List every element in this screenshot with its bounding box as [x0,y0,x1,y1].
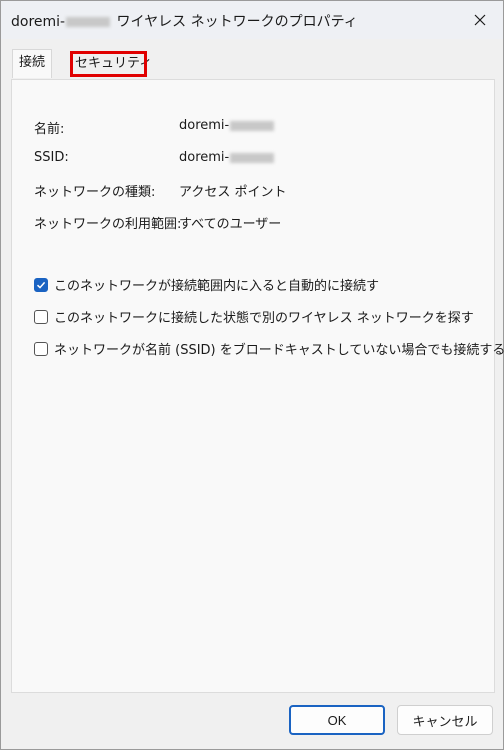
hidden-ssid-checkbox[interactable] [34,341,48,356]
window-title-prefix: doremi- [11,14,66,30]
name-value: doremi- [179,118,276,133]
window-title: doremi- ワイヤレス ネットワークのプロパティ [11,11,358,31]
checkmark-icon [36,281,46,289]
auto-connect-option[interactable]: このネットワークが接続範囲内に入ると自動的に接続す [34,275,379,294]
name-value-text: doremi- [179,118,230,133]
name-label: 名前: [34,122,65,137]
button-bar: OK キャンセル [1,695,503,749]
hidden-ssid-label: ネットワークが名前 (SSID) をブロードキャストしていない場合でも接続する [54,343,504,358]
close-icon [474,14,486,26]
search-other-networks-label: このネットワークに接続した状態で別のワイヤレス ネットワークを探す [54,311,474,326]
auto-connect-label: このネットワークが接続範囲内に入ると自動的に接続す [54,279,380,294]
ssid-value-text: doremi- [179,150,230,165]
tab-connection[interactable]: 接続 [12,49,53,78]
redacted-ssid [66,17,111,27]
security-tab-highlight [70,51,147,77]
redacted-name [230,120,275,131]
window-title-suffix: ワイヤレス ネットワークのプロパティ [112,14,358,30]
auto-connect-checkbox[interactable] [34,277,48,292]
redacted-ssid-value [230,152,275,163]
search-other-networks-option[interactable]: このネットワークに接続した状態で別のワイヤレス ネットワークを探す [34,307,474,326]
network-scope-value: すべてのユーザー [179,217,282,232]
network-type-value: アクセス ポイント [179,185,287,200]
search-other-networks-checkbox[interactable] [34,309,48,324]
network-scope-label: ネットワークの利用範囲: [34,217,182,232]
ok-button[interactable]: OK [289,705,385,735]
cancel-button[interactable]: キャンセル [397,705,493,735]
close-button[interactable] [457,1,503,39]
hidden-ssid-option[interactable]: ネットワークが名前 (SSID) をブロードキャストしていない場合でも接続する [34,339,504,358]
title-bar: doremi- ワイヤレス ネットワークのプロパティ [1,1,503,39]
connection-panel: 名前: doremi- SSID: doremi- ネットワークの種類: アクセ… [11,79,504,693]
properties-window: doremi- ワイヤレス ネットワークのプロパティ 接続 セキュリティ 名前:… [0,0,504,750]
network-type-label: ネットワークの種類: [34,185,156,200]
ssid-label: SSID: [34,150,69,165]
ssid-value: doremi- [179,150,276,165]
